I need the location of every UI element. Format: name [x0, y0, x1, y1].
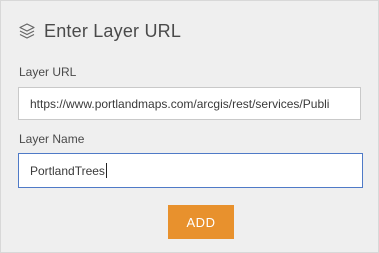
- enter-layer-url-panel: Enter Layer URL Layer URL https://www.po…: [0, 0, 379, 253]
- panel-title: Enter Layer URL: [44, 20, 182, 41]
- text-cursor: [105, 163, 107, 178]
- layer-url-value: https://www.portlandmaps.com/arcgis/rest…: [30, 96, 330, 111]
- panel-header: Enter Layer URL: [18, 19, 181, 43]
- layer-url-input[interactable]: https://www.portlandmaps.com/arcgis/rest…: [18, 87, 361, 120]
- layer-name-value: PortlandTrees: [30, 163, 105, 178]
- layer-name-label: Layer Name: [19, 132, 85, 146]
- layers-icon: [18, 22, 36, 40]
- layer-url-label: Layer URL: [19, 65, 77, 79]
- layer-name-input[interactable]: PortlandTrees: [18, 153, 363, 188]
- add-button[interactable]: ADD: [168, 205, 234, 239]
